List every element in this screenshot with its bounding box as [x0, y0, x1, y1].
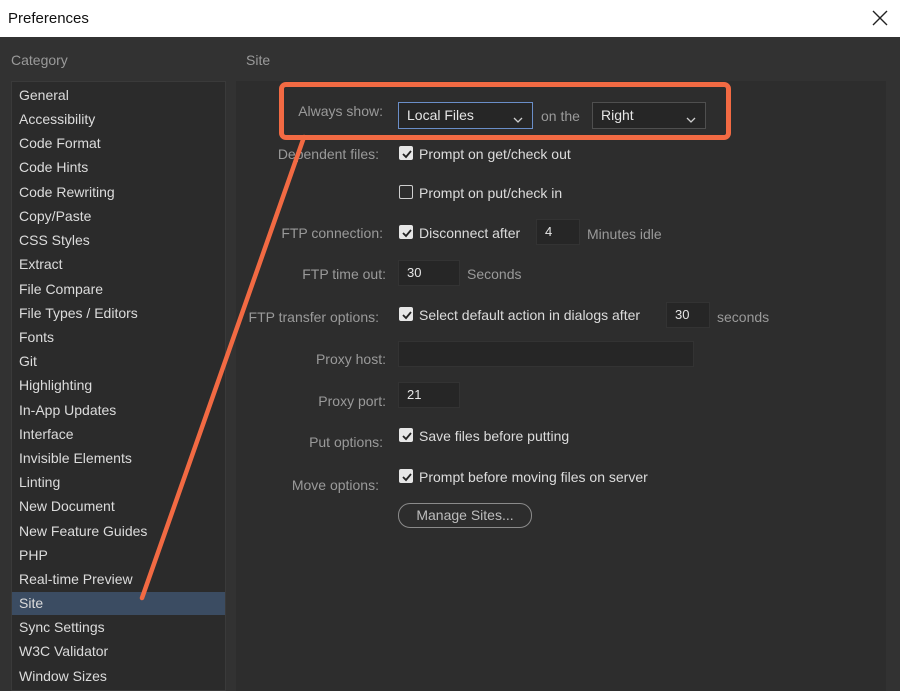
minutes-idle-label: Minutes idle: [587, 226, 662, 242]
prompt-on-get-label: Prompt on get/check out: [419, 146, 571, 162]
proxy-port-label: Proxy port:: [318, 393, 386, 409]
select-default-action-label: Select default action in dialogs after: [419, 307, 641, 323]
prompt-before-moving-label: Prompt before moving files on server: [419, 469, 648, 485]
sidebar-item-copy-paste[interactable]: Copy/Paste: [12, 205, 225, 228]
sidebar-item-file-types-editors[interactable]: File Types / Editors: [12, 302, 225, 325]
prompt-before-moving-checkbox[interactable]: [399, 469, 413, 483]
ftp-transfer-options-label: FTP transfer options:: [248, 309, 379, 325]
window-title: Preferences: [8, 10, 89, 27]
sidebar-item-fonts[interactable]: Fonts: [12, 326, 225, 349]
minutes-idle-input[interactable]: 4: [536, 219, 580, 245]
sidebar-item-sync-settings[interactable]: Sync Settings: [12, 616, 225, 639]
sidebar-item-general[interactable]: General: [12, 84, 225, 107]
seconds-label: Seconds: [467, 266, 522, 282]
sidebar-item-new-document[interactable]: New Document: [12, 495, 225, 518]
move-options-label: Move options:: [291, 477, 379, 493]
dependent-files-label: Dependent files:: [277, 146, 379, 162]
prompt-on-get-checkbox[interactable]: [399, 146, 413, 160]
transfer-seconds-label: seconds: [717, 309, 770, 325]
sidebar-item-in-app-updates[interactable]: In-App Updates: [12, 399, 225, 422]
sidebar-item-real-time-preview[interactable]: Real-time Preview: [12, 568, 225, 591]
section-heading: Site: [246, 52, 271, 68]
prompt-on-put-checkbox[interactable]: [399, 185, 413, 199]
sidebar-item-php[interactable]: PHP: [12, 544, 225, 567]
ftp-timeout-input[interactable]: 30: [398, 260, 460, 286]
sidebar-item-w3c-validator[interactable]: W3C Validator: [12, 640, 225, 663]
sidebar-item-site[interactable]: Site: [12, 592, 225, 615]
title-bar: Preferences: [0, 0, 900, 37]
sidebar-item-css-styles[interactable]: CSS Styles: [12, 229, 225, 252]
sidebar-item-interface[interactable]: Interface: [12, 423, 225, 446]
sidebar-item-invisible-elements[interactable]: Invisible Elements: [12, 447, 225, 470]
sidebar-item-linting[interactable]: Linting: [12, 471, 225, 494]
sidebar-item-window-sizes[interactable]: Window Sizes: [12, 665, 225, 688]
sidebar-item-code-hints[interactable]: Code Hints: [12, 156, 225, 179]
sidebar-item-git[interactable]: Git: [12, 350, 225, 373]
close-icon[interactable]: [868, 6, 892, 30]
sidebar-item-new-feature-guides[interactable]: New Feature Guides: [12, 520, 225, 543]
category-list[interactable]: General Accessibility Code Format Code H…: [11, 81, 226, 691]
sidebar-item-accessibility[interactable]: Accessibility: [12, 108, 225, 131]
category-heading: Category: [11, 52, 68, 68]
annotation-highlight-box: [279, 82, 731, 140]
prompt-on-put-label: Prompt on put/check in: [419, 185, 563, 201]
save-before-putting-checkbox[interactable]: [399, 428, 413, 442]
transfer-seconds-input[interactable]: 30: [666, 302, 710, 328]
sidebar-item-highlighting[interactable]: Highlighting: [12, 374, 225, 397]
proxy-host-input[interactable]: [398, 341, 694, 367]
proxy-host-label: Proxy host:: [315, 351, 386, 367]
sidebar-item-extract[interactable]: Extract: [12, 253, 225, 276]
disconnect-after-label: Disconnect after: [419, 225, 521, 241]
save-before-putting-label: Save files before putting: [419, 428, 570, 444]
sidebar-item-code-format[interactable]: Code Format: [12, 132, 225, 155]
manage-sites-button[interactable]: Manage Sites...: [398, 503, 532, 528]
proxy-port-input[interactable]: 21: [398, 382, 460, 408]
disconnect-after-checkbox[interactable]: [399, 225, 413, 239]
ftp-connection-label: FTP connection:: [281, 225, 383, 241]
ftp-timeout-label: FTP time out:: [302, 266, 386, 282]
site-settings-panel: [236, 81, 886, 691]
sidebar-item-code-rewriting[interactable]: Code Rewriting: [12, 181, 225, 204]
put-options-label: Put options:: [309, 434, 383, 450]
select-default-action-checkbox[interactable]: [399, 307, 413, 321]
sidebar-item-file-compare[interactable]: File Compare: [12, 278, 225, 301]
